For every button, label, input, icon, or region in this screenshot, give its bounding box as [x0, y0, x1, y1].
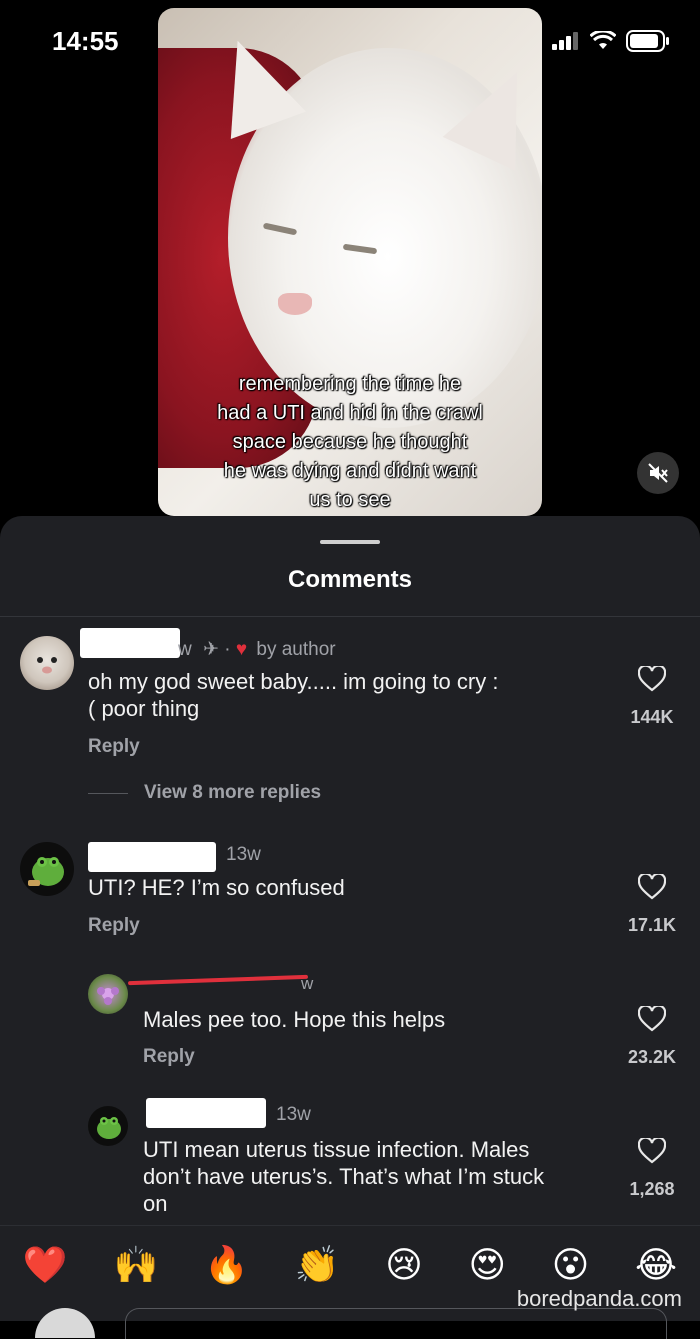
- like-button[interactable]: 17.1K: [612, 872, 692, 936]
- wifi-icon: [590, 31, 616, 49]
- like-button[interactable]: 1,268: [612, 1136, 692, 1200]
- by-author-label: by author: [256, 639, 336, 660]
- caption-line: remembering the time he: [238, 373, 462, 395]
- sheet-title: Comments: [287, 566, 413, 593]
- reply-button[interactable]: Reply: [88, 915, 140, 937]
- redacted-username: [146, 1098, 266, 1128]
- comment-text: oh my god sweet baby..... im going to cr…: [88, 668, 498, 722]
- comment-text-line: oh my god sweet baby..... im going to cr…: [88, 669, 499, 694]
- avatar[interactable]: [20, 636, 74, 690]
- avatar-face-icon: [37, 657, 57, 674]
- video-caption: remembering the time he had a UTI and hi…: [158, 370, 542, 515]
- comment-age: 13w: [226, 844, 261, 865]
- like-button[interactable]: 23.2K: [612, 1004, 692, 1068]
- comment-text: Males pee too. Hope this helps: [143, 1007, 446, 1032]
- reply-button[interactable]: Reply: [88, 736, 140, 758]
- caption-line: had a UTI and hid in the crawl: [217, 402, 483, 424]
- like-button[interactable]: 144K: [612, 664, 692, 728]
- flower-avatar-icon: [97, 987, 119, 1005]
- divider: [0, 616, 700, 617]
- clapping-emoji-button[interactable]: 👏: [295, 1248, 340, 1284]
- status-icons: [552, 30, 670, 52]
- pin-icon: ✈: [203, 639, 219, 660]
- avatar[interactable]: [20, 842, 74, 896]
- like-count: 1,268: [629, 1179, 675, 1199]
- comment-text-line: on: [143, 1191, 168, 1216]
- cellular-signal-icon: [552, 32, 578, 50]
- like-count: 17.1K: [627, 915, 677, 935]
- heart-eyes-emoji-button[interactable]: 😍: [468, 1248, 506, 1284]
- comment-text-line: ( poor thing: [88, 696, 200, 721]
- laughing-emoji-button[interactable]: 😂: [635, 1248, 677, 1284]
- comment-input-field[interactable]: [125, 1308, 667, 1339]
- view-more-replies-button[interactable]: View 8 more replies: [88, 782, 321, 804]
- comment-text-line: UTI mean uterus tissue infection. Males: [143, 1137, 530, 1162]
- caption-line: he was dying and didnt want: [223, 460, 477, 482]
- speaker-muted-icon: [648, 463, 668, 483]
- heart-outline-icon: [637, 872, 667, 900]
- frog-avatar-icon: [97, 1117, 121, 1139]
- heart-outline-icon: [637, 664, 667, 692]
- redacted-username: [88, 842, 216, 872]
- watermark: boredpanda.com: [516, 1286, 682, 1311]
- frog-avatar-icon: [28, 857, 64, 886]
- redacted-username: [80, 628, 180, 658]
- surprised-emoji-button[interactable]: 😮: [552, 1248, 590, 1284]
- comment-age: 13w: [276, 1104, 311, 1125]
- like-count: 144K: [630, 707, 674, 727]
- comment-text: UTI mean uterus tissue infection. Males …: [143, 1136, 544, 1217]
- separator-dot: ·: [224, 639, 236, 660]
- comment-meta: w ✈ · ♥ by author: [178, 638, 336, 661]
- crying-emoji-button[interactable]: 😢: [385, 1248, 423, 1284]
- comments-sheet: Comments w ✈ · ♥ by author oh my god swe…: [0, 516, 700, 1321]
- cat-nose: [278, 293, 312, 315]
- mute-button[interactable]: [637, 452, 679, 494]
- avatar[interactable]: [88, 1106, 128, 1146]
- avatar[interactable]: [88, 974, 128, 1014]
- comment-age: w: [178, 639, 192, 660]
- video-player[interactable]: remembering the time he had a UTI and hi…: [158, 8, 542, 516]
- replies-line: [88, 792, 128, 794]
- caption-line: space because he thought: [232, 431, 468, 453]
- comment-text-line: don’t have uterus’s. That’s what I’m stu…: [143, 1164, 545, 1189]
- heart-filled-icon: ♥: [235, 639, 248, 660]
- heart-outline-icon: [637, 1136, 667, 1164]
- battery-icon: [626, 30, 669, 52]
- fire-emoji-button[interactable]: 🔥: [204, 1248, 249, 1284]
- red-heart-emoji-button[interactable]: ❤️: [23, 1248, 68, 1284]
- status-time: 14:55: [52, 26, 119, 56]
- view-more-replies-label: View 8 more replies: [144, 782, 322, 803]
- like-count: 23.2K: [627, 1047, 677, 1067]
- caption-line: us to see: [309, 489, 391, 511]
- heart-outline-icon: [637, 1004, 667, 1032]
- comment-text: UTI? HE? I’m so confused: [88, 875, 345, 900]
- raised-hands-emoji-button[interactable]: 🙌: [113, 1248, 158, 1284]
- sheet-drag-handle[interactable]: [320, 540, 380, 544]
- reply-button[interactable]: Reply: [143, 1046, 195, 1068]
